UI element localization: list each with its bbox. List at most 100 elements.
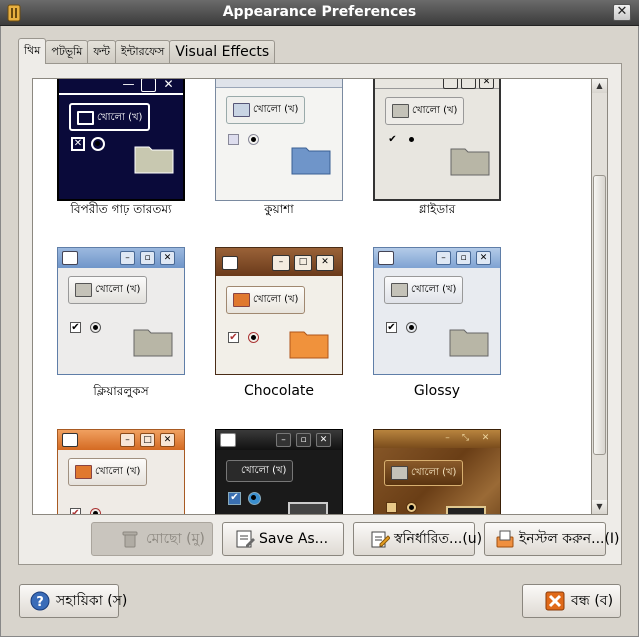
delete-button-label: মোছো (মু) <box>146 531 205 547</box>
tab-interface[interactable]: ইন্টারফেস <box>115 40 171 64</box>
help-icon: ? <box>30 591 50 611</box>
scroll-down-arrow-icon[interactable]: ▼ <box>592 500 607 514</box>
folder-icon <box>391 283 408 297</box>
check-icon: ✔ <box>386 322 397 333</box>
theme-item[interactable]: খোলো (খ) কুয়াশা <box>215 79 343 216</box>
theme-list[interactable]: — ✕ খোলো (খ) ✕ বিপরীত গাঢ় তারতম্য খোলো … <box>32 78 592 515</box>
radio-icon <box>90 322 101 333</box>
preview-open-button: খোলো (খ) <box>226 460 294 482</box>
theme-label: গ্লাইডার <box>418 202 456 216</box>
theme-preview: – ▫ ✕ খোলো (খ) ✔ <box>215 429 343 514</box>
check-icon: ✔ <box>70 322 81 333</box>
theme-label: Glossy <box>413 383 461 399</box>
theme-item[interactable]: – □ ✕ খোলো (খ) ✔ <box>57 429 185 514</box>
radio-icon <box>248 492 261 505</box>
preview-button-label: খোলো (খ) <box>411 467 457 478</box>
theme-preview: খোলো (খ) <box>215 79 343 201</box>
theme-preview: ✕ খোলো (খ) ✔ <box>373 79 501 201</box>
theme-preview: – ▫ ✕ খোলো (খ) ✔ <box>57 247 185 375</box>
save-as-button-label: Save As... <box>259 531 329 547</box>
preview-button-label: খোলো (খ) <box>95 466 141 477</box>
theme-preview: – □ ✕ খোলো (খ) ✔ <box>215 247 343 375</box>
window-close-button[interactable]: ✕ <box>613 4 631 21</box>
theme-item[interactable]: – ⤡ ✕ খোলো (খ) <box>373 429 501 514</box>
theme-item[interactable]: – ▫ ✕ খোলো (খ) ✔ <box>215 429 343 514</box>
tab-bar: থিম পটভূমি ফন্ট ইন্টারফেস Visual Effects <box>18 38 276 64</box>
radio-icon <box>248 332 259 343</box>
preview-open-button: খোলো (খ) <box>385 97 465 125</box>
theme-list-scrollbar[interactable]: ▲ ▼ <box>592 78 608 515</box>
theme-item[interactable]: ✕ খোলো (খ) ✔ গ্লাইডার <box>373 79 501 216</box>
folder-icon <box>449 329 489 357</box>
folder-icon <box>391 466 408 480</box>
install-button-label: ইনস্টল করুন...(I) <box>519 531 620 547</box>
customize-button[interactable]: স্বনির্ধারিত...(u) <box>353 522 482 556</box>
folder-icon <box>289 331 329 359</box>
radio-icon <box>406 322 417 333</box>
theme-item[interactable]: – □ ✕ খোলো (খ) ✔ Chocolate <box>215 247 343 399</box>
check-icon: ✔ <box>228 492 241 505</box>
theme-item[interactable]: — ✕ খোলো (খ) ✕ বিপরীত গাঢ় তারতম্য <box>57 79 185 216</box>
help-button-label: সহায়িকা (স) <box>56 593 128 609</box>
preview-button-label: খোলো (খ) <box>97 112 143 123</box>
save-as-button[interactable]: Save As... <box>222 522 344 556</box>
scrollbar-thumb[interactable] <box>593 175 606 455</box>
tab-background[interactable]: পটভূমি <box>45 40 89 64</box>
folder-icon <box>450 148 490 176</box>
trash-icon <box>122 531 138 548</box>
theme-preview: — ✕ খোলো (খ) ✕ <box>57 79 185 201</box>
preview-button-label: খোলো (খ) <box>253 104 299 115</box>
preview-open-button: খোলো (খ) <box>68 458 148 486</box>
theme-item[interactable]: – ▫ ✕ খোলো (খ) ✔ ক্লিয়ারলুকস <box>57 247 185 398</box>
folder-icon <box>291 147 331 175</box>
document-icon <box>75 465 92 479</box>
theme-preview: – ▫ ✕ খোলো (খ) ✔ <box>373 247 501 375</box>
radio-icon <box>90 508 101 514</box>
check-icon: ✕ <box>71 137 85 151</box>
preview-button-label: খোলো (খ) <box>412 105 458 116</box>
delete-button[interactable]: মোছো (মু) <box>91 522 213 556</box>
window-title: Appearance Preferences <box>222 4 417 20</box>
install-package-icon <box>496 530 514 548</box>
preview-button-label: খোলো (খ) <box>95 284 141 295</box>
preview-button-label: খোলো (খ) <box>241 465 287 476</box>
help-button[interactable]: ? সহায়িকা (স) <box>19 584 127 618</box>
close-button-label: বন্ধ (ব) <box>571 593 614 609</box>
drive-icon <box>233 103 250 117</box>
folder-icon <box>392 104 409 118</box>
preview-button-label: খোলো (খ) <box>411 284 457 295</box>
close-button[interactable]: বন্ধ (ব) <box>522 584 621 618</box>
folder-icon <box>133 329 173 357</box>
radio-icon <box>248 134 259 145</box>
preview-open-button: খোলো (খ) <box>68 276 148 304</box>
theme-label: কুয়াশা <box>264 202 294 216</box>
check-icon <box>228 134 239 145</box>
preview-open-button: খোলো (খ) <box>384 460 464 486</box>
check-icon: ✔ <box>388 134 397 145</box>
close-icon <box>545 591 565 611</box>
tab-fonts[interactable]: ফন্ট <box>87 40 117 64</box>
install-button[interactable]: ইনস্টল করুন...(I) <box>484 522 620 556</box>
scroll-up-arrow-icon[interactable]: ▲ <box>592 79 607 93</box>
radio-icon <box>91 137 105 151</box>
preview-open-button: খোলো (খ) <box>69 103 151 131</box>
window-titlebar: Appearance Preferences ✕ <box>0 0 639 26</box>
theme-label: বিপরীত গাঢ় তারতম্য <box>70 202 172 216</box>
theme-label: Chocolate <box>243 383 315 399</box>
tab-theme[interactable]: থিম <box>18 38 47 64</box>
check-icon: ✔ <box>70 508 81 514</box>
theme-preview: – □ ✕ খোলো (খ) ✔ <box>57 429 185 514</box>
folder-icon <box>77 111 94 125</box>
folder-icon <box>134 146 174 174</box>
save-document-icon <box>236 530 255 548</box>
preview-button-label: খোলো (খ) <box>253 294 299 305</box>
radio-icon <box>406 502 417 513</box>
customize-button-label: স্বনির্ধারিত...(u) <box>394 531 483 547</box>
radio-icon <box>407 135 418 146</box>
check-icon <box>386 502 397 513</box>
edit-icon <box>371 531 390 548</box>
screen-icon <box>288 502 328 514</box>
tab-visual-effects[interactable]: Visual Effects <box>169 40 276 64</box>
theme-item[interactable]: – ▫ ✕ খোলো (খ) ✔ Glossy <box>373 247 501 399</box>
svg-text:?: ? <box>36 595 44 610</box>
